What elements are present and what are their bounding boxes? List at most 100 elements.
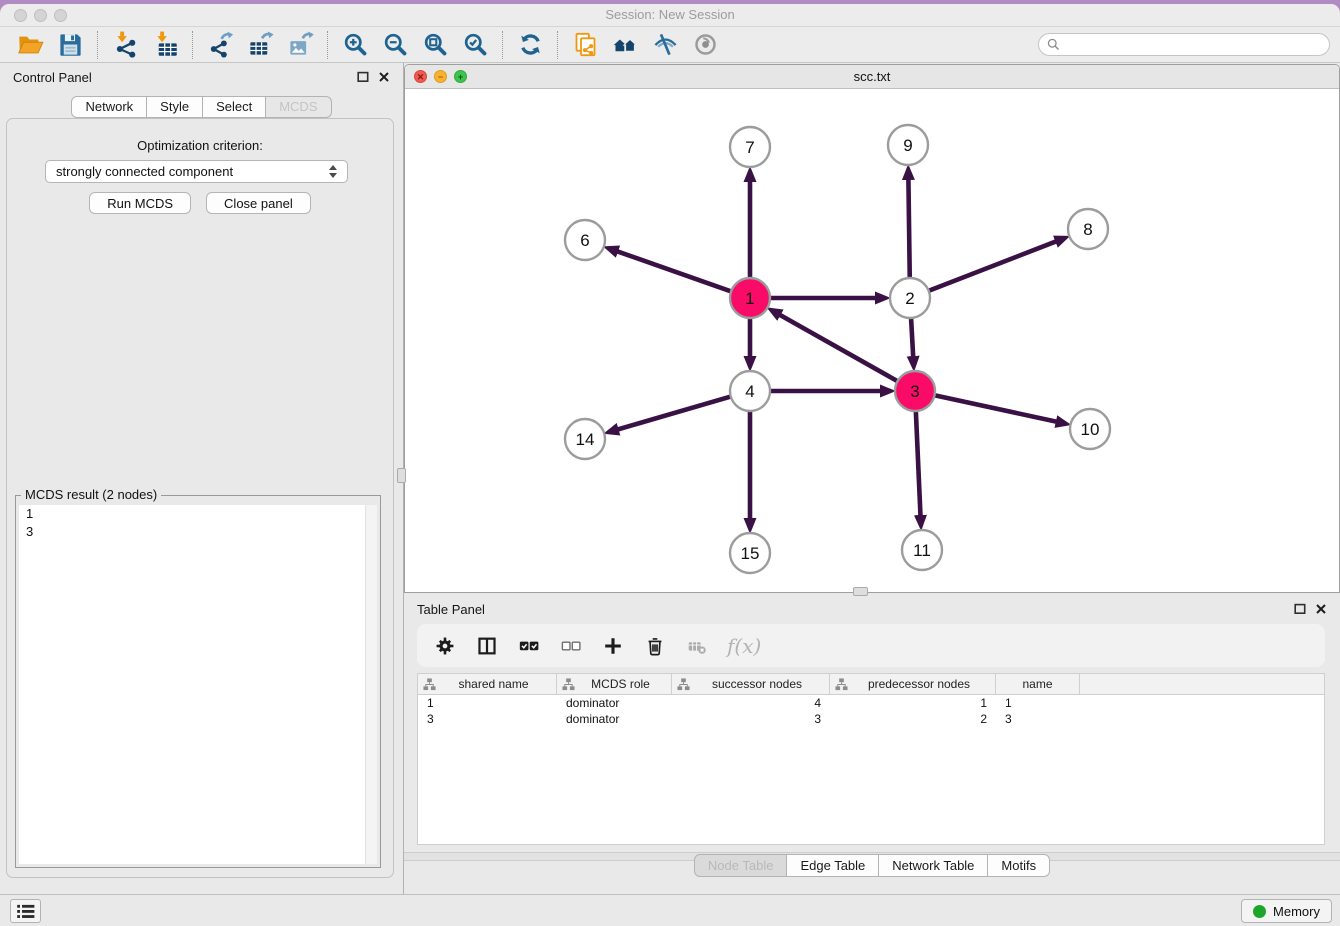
graph-edge-3-11[interactable] [916,408,921,516]
graph-node-label: 8 [1083,220,1092,239]
columns-icon [476,635,498,657]
table-tab-network-table[interactable]: Network Table [878,854,988,877]
table-cell: dominator [557,711,672,727]
table-tab-node-table[interactable]: Node Table [694,854,788,877]
mcds-result-item[interactable]: 3 [19,523,377,541]
horizontal-splitter-handle[interactable] [853,587,868,596]
list-icon [17,904,35,919]
show-column-panel-button[interactable] [475,634,498,657]
graph-node-8[interactable]: 8 [1068,209,1108,249]
float-panel-icon[interactable] [357,71,369,83]
graph-node-7[interactable]: 7 [730,127,770,167]
column-header-shared-name[interactable]: shared name [418,674,557,694]
graph-node-10[interactable]: 10 [1070,409,1110,449]
graph-node-label: 1 [745,289,754,308]
export-image-button[interactable] [280,29,320,61]
export-table-button[interactable] [240,29,280,61]
save-session-button[interactable] [50,29,90,61]
import-table-button[interactable] [145,29,185,61]
zoom-out-button[interactable] [375,29,415,61]
close-panel-icon[interactable] [378,71,390,83]
table-column-headers: shared nameMCDS rolesuccessor nodesprede… [418,674,1324,695]
graph-node-4[interactable]: 4 [730,371,770,411]
control-tab-mcds[interactable]: MCDS [265,96,331,118]
table-tab-edge-table[interactable]: Edge Table [786,854,879,877]
graph-edge-2-3[interactable] [911,315,913,357]
zoom-fit-button[interactable] [415,29,455,61]
graph-node-label: 2 [905,289,914,308]
column-header-successor-nodes[interactable]: successor nodes [672,674,830,694]
search-input[interactable] [1065,38,1322,52]
run-mcds-button[interactable]: Run MCDS [89,192,191,214]
graph-node-label: 3 [910,382,919,401]
toolbar-separator [192,31,193,59]
graph-node-9[interactable]: 9 [888,125,928,165]
column-header-predecessor-nodes[interactable]: predecessor nodes [830,674,996,694]
export-image-icon [287,31,314,58]
graph-edge-1-6[interactable] [617,251,734,292]
delete-column-button[interactable] [643,634,666,657]
zoom-in-button[interactable] [335,29,375,61]
column-header-mcds-role[interactable]: MCDS role [557,674,672,694]
graph-node-1[interactable]: 1 [730,278,770,318]
import-network-icon [112,31,139,58]
hide-selected-button[interactable] [645,29,685,61]
network-minimize-button[interactable]: − [434,70,447,83]
export-network-button[interactable] [200,29,240,61]
table-row[interactable]: 3dominator323 [418,711,1324,727]
graph-edge-2-8[interactable] [926,241,1056,292]
graph-node-2[interactable]: 2 [890,278,930,318]
table-row[interactable]: 1dominator411 [418,695,1324,711]
zoom-selected-button[interactable] [455,29,495,61]
apply-layout-button[interactable] [510,29,550,61]
show-all-button[interactable] [685,29,725,61]
open-session-button[interactable] [10,29,50,61]
create-column-button[interactable] [601,634,624,657]
deselect-all-icon [560,635,582,657]
clone-network-button[interactable] [565,29,605,61]
optimization-select[interactable]: strongly connected component [45,160,348,183]
graph-edge-4-14[interactable] [618,396,734,430]
table-cell: 3 [418,711,557,727]
network-zoom-button[interactable]: + [454,70,467,83]
graph-edge-2-9[interactable] [908,179,909,281]
graph-edge-3-10[interactable] [932,395,1057,422]
result-scrollbar[interactable] [365,505,377,864]
zoom-out-icon [382,31,409,58]
graph-edge-3-1[interactable] [780,315,901,383]
export-table-icon [247,31,274,58]
vertical-splitter-handle[interactable] [397,468,406,483]
graph-node-label: 7 [745,138,754,157]
graph-node-15[interactable]: 15 [730,533,770,573]
show-panels-button[interactable] [10,899,41,923]
title-bar[interactable]: Session: New Session [0,4,1340,27]
home-networks-button[interactable] [605,29,645,61]
network-window-titlebar[interactable]: ✕ − + scc.txt [405,65,1339,89]
float-panel-icon[interactable] [1294,603,1306,615]
graph-node-3[interactable]: 3 [895,371,935,411]
export-network-icon [207,31,234,58]
mcds-result-item[interactable]: 1 [19,505,377,523]
graph-node-6[interactable]: 6 [565,220,605,260]
deselect-all-rows-button[interactable] [559,634,582,657]
mcds-result-list[interactable]: 13 [19,505,377,864]
table-cell: 1 [418,695,557,711]
network-close-button[interactable]: ✕ [414,70,427,83]
select-all-rows-button[interactable] [517,634,540,657]
table-tab-motifs[interactable]: Motifs [987,854,1050,877]
close-panel-button[interactable]: Close panel [206,192,311,214]
close-panel-icon[interactable] [1315,603,1327,615]
table-settings-button[interactable] [433,634,456,657]
graph-node-14[interactable]: 14 [565,419,605,459]
control-panel: Control Panel NetworkStyleSelectMCDS Opt… [0,63,404,894]
import-network-button[interactable] [105,29,145,61]
control-tab-network[interactable]: Network [71,96,147,118]
table-cell: 4 [672,695,830,711]
network-canvas[interactable]: 1 2 3 4 6 7 8 9 10 11 14 15 [405,89,1339,592]
memory-button[interactable]: Memory [1241,899,1332,923]
control-tab-style[interactable]: Style [146,96,203,118]
graph-node-label: 6 [580,231,589,250]
graph-node-11[interactable]: 11 [902,530,942,570]
column-header-name[interactable]: name [996,674,1080,694]
control-tab-select[interactable]: Select [202,96,266,118]
